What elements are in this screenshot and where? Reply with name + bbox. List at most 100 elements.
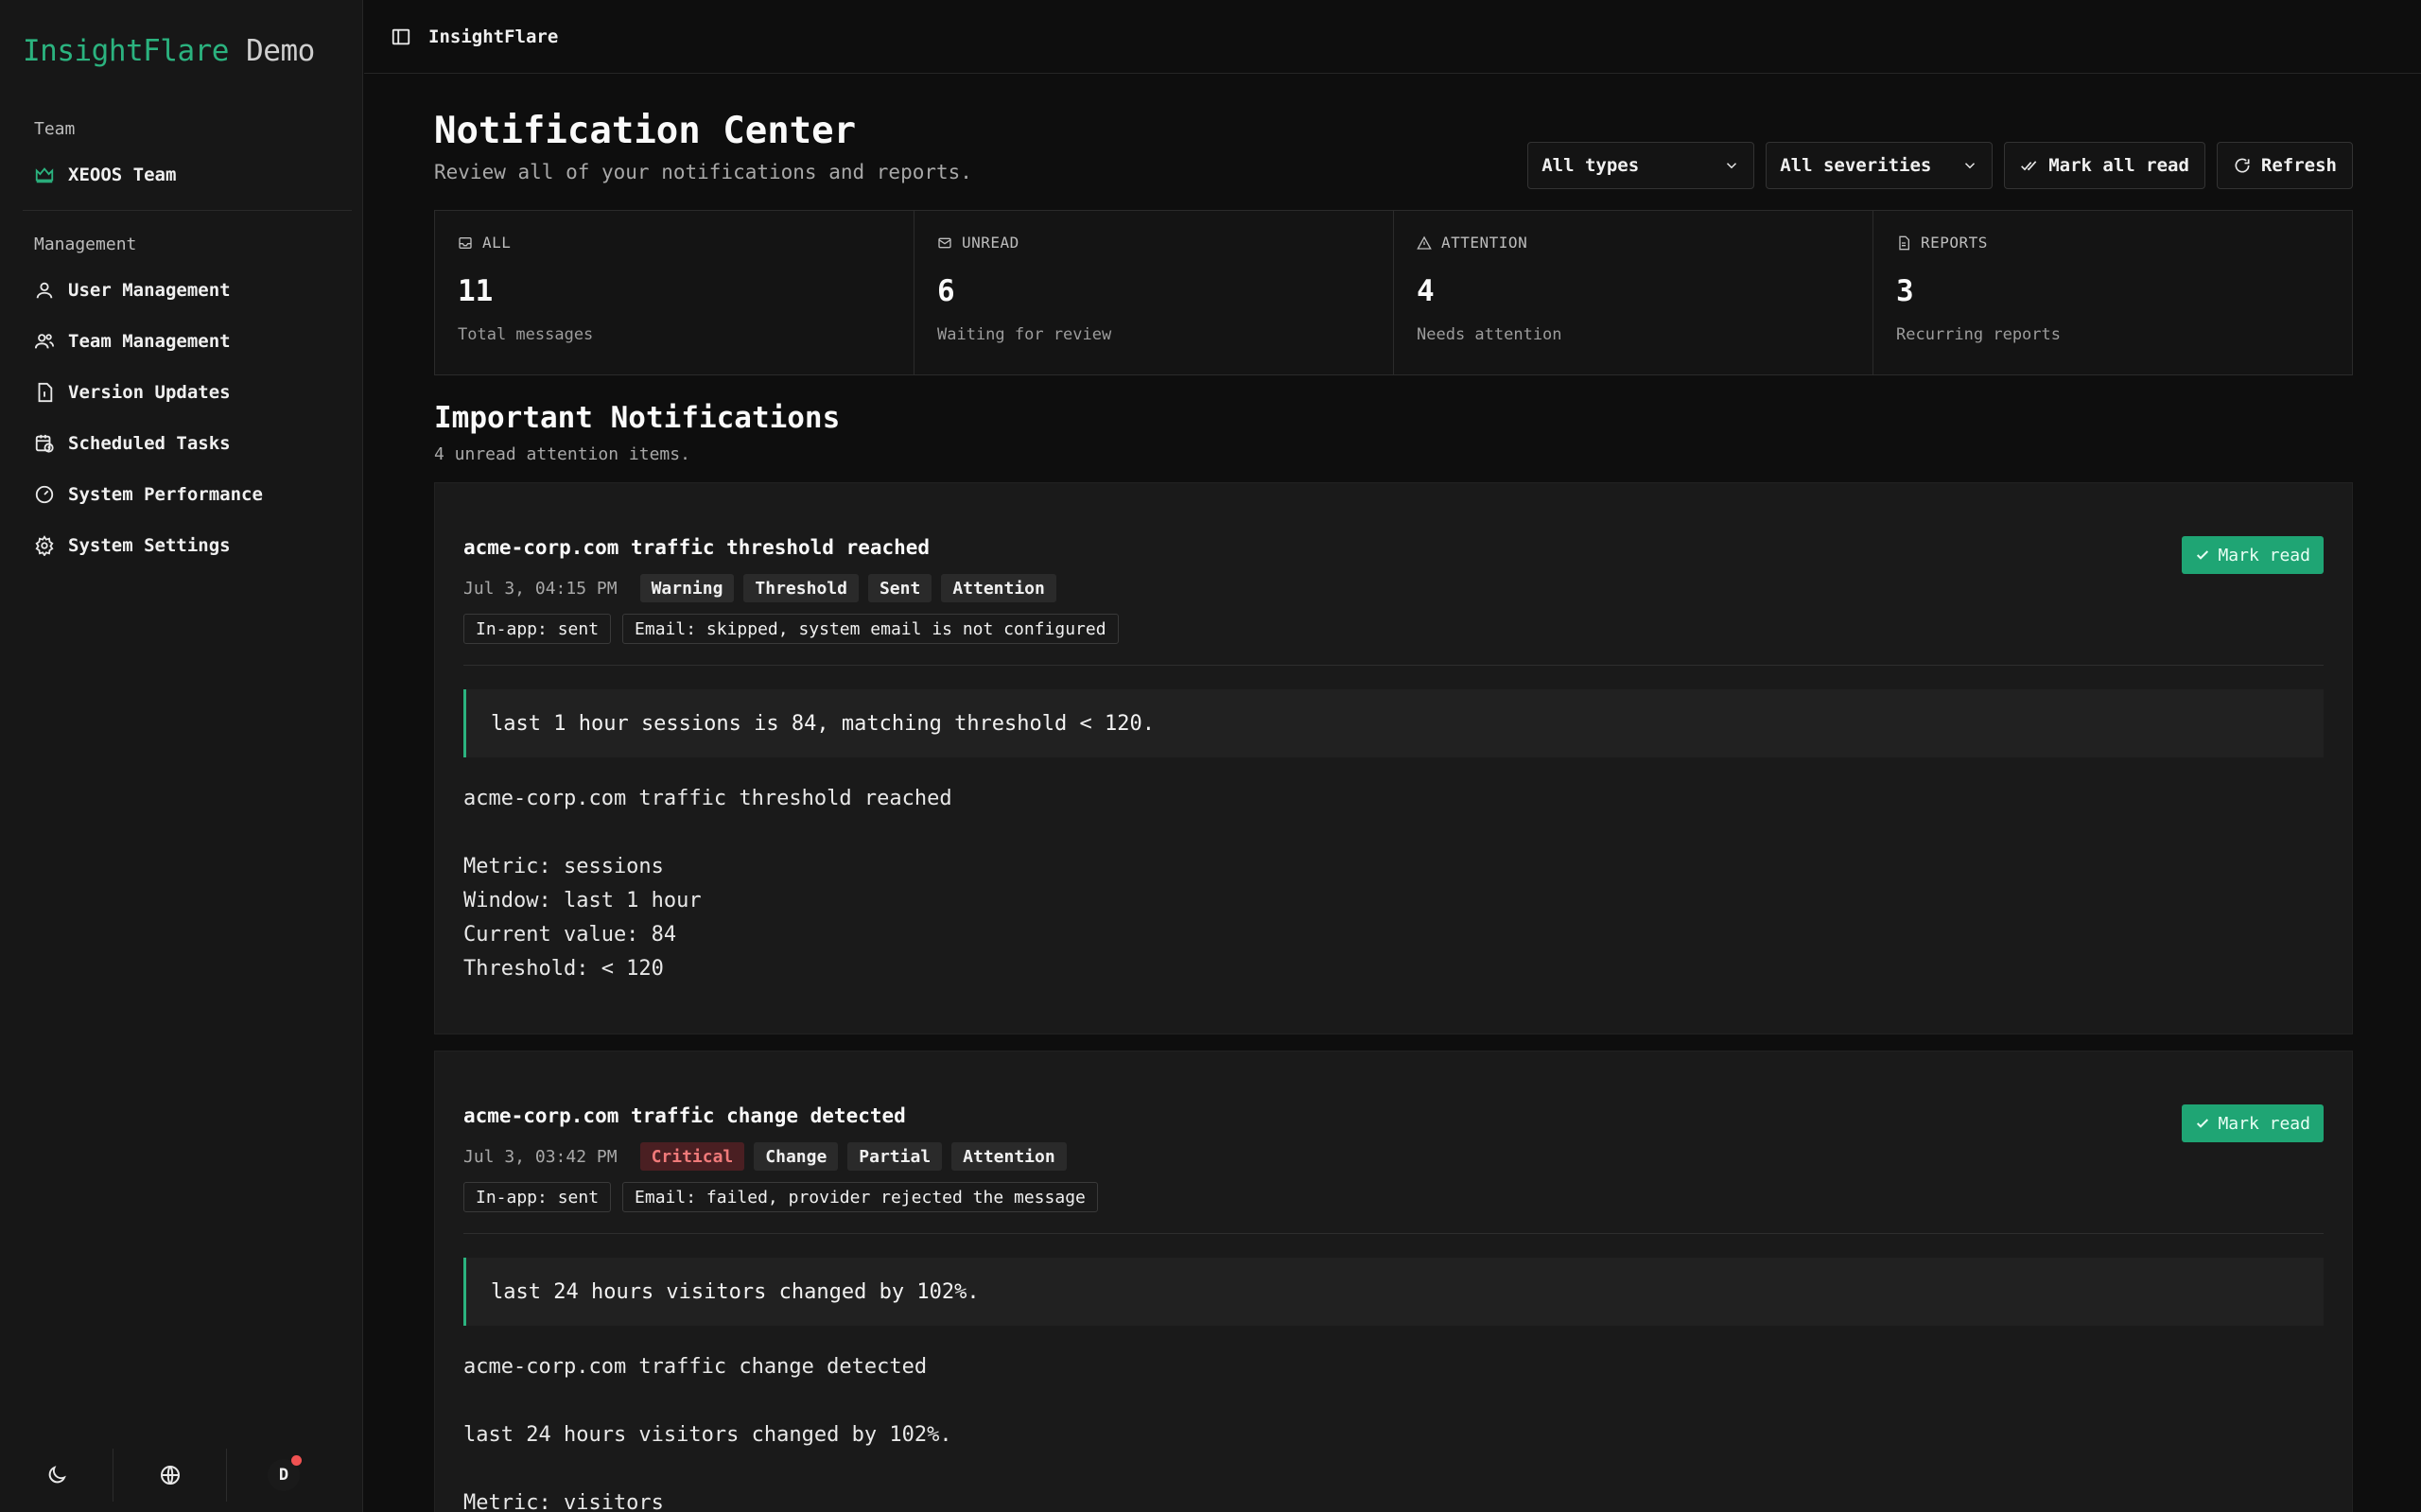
body-line: Threshold: < 120 xyxy=(463,957,664,981)
stat-attention[interactable]: ATTENTION 4 Needs attention xyxy=(1394,211,1873,374)
avatar-initial: D xyxy=(278,1466,289,1485)
status-badge: Sent xyxy=(867,574,932,602)
stat-description: Recurring reports xyxy=(1896,325,2061,344)
notification-meta: Jul 3, 04:15 PM Warning Threshold Sent A… xyxy=(463,574,1056,602)
stat-description: Waiting for review xyxy=(937,325,1112,344)
users-icon xyxy=(34,334,55,349)
stat-value: 6 xyxy=(937,274,955,308)
sidebar-item-scheduled-tasks[interactable]: Scheduled Tasks xyxy=(23,423,352,464)
team-name: XEOOS Team xyxy=(68,165,177,185)
user-icon xyxy=(36,282,53,299)
sidebar-item-user-management[interactable]: User Management xyxy=(23,269,352,311)
status-badge: Partial xyxy=(847,1142,943,1171)
management-section-label: Management xyxy=(34,235,137,254)
moon-icon xyxy=(48,1466,66,1484)
theme-toggle-button[interactable] xyxy=(0,1449,113,1502)
stat-label-row: ALL xyxy=(458,234,891,252)
sidebar-item-label: Scheduled Tasks xyxy=(68,433,231,454)
type-filter-select[interactable]: All types xyxy=(1527,142,1755,189)
mark-all-read-button[interactable]: Mark all read xyxy=(2004,142,2205,189)
stat-label: REPORTS xyxy=(1921,234,1988,252)
body-line: Window: last 1 hour xyxy=(463,889,702,912)
sidebar-item-label: System Performance xyxy=(68,484,263,505)
stat-label: UNREAD xyxy=(962,234,1019,252)
notification-title: acme-corp.com traffic threshold reached xyxy=(463,536,931,559)
user-menu-button[interactable]: D xyxy=(227,1449,340,1502)
severity-badge: Critical xyxy=(639,1142,745,1171)
mark-read-button[interactable]: Mark read xyxy=(2182,536,2324,574)
stat-all[interactable]: ALL 11 Total messages xyxy=(435,211,914,374)
important-section-title: Important Notifications xyxy=(434,401,841,435)
notification-card: acme-corp.com traffic threshold reached … xyxy=(434,482,2353,1034)
refresh-icon xyxy=(2235,158,2250,173)
stat-label-row: ATTENTION xyxy=(1417,234,1850,252)
notification-card: acme-corp.com traffic change detected Ju… xyxy=(434,1051,2353,1512)
check-check-icon xyxy=(2021,161,2037,171)
refresh-button[interactable]: Refresh xyxy=(2216,142,2353,189)
notification-time: Jul 3, 03:42 PM xyxy=(463,1146,618,1167)
body-line xyxy=(463,816,952,850)
mark-read-button[interactable]: Mark read xyxy=(2182,1104,2324,1142)
body-line xyxy=(463,1384,952,1418)
avatar: D xyxy=(268,1455,302,1491)
warning-icon xyxy=(1417,235,1432,250)
inbox-icon xyxy=(459,236,472,249)
sidebar-item-team-management[interactable]: Team Management xyxy=(23,321,352,362)
sidebar-toggle-icon[interactable] xyxy=(391,26,411,47)
sidebar-item-label: System Settings xyxy=(68,535,231,556)
notification-summary: last 24 hours visitors changed by 102%. xyxy=(463,1258,2324,1326)
chevron-down-icon xyxy=(1727,163,1737,169)
refresh-label: Refresh xyxy=(2260,155,2337,176)
calendar-clock-icon xyxy=(35,434,54,453)
stat-description: Needs attention xyxy=(1417,325,1562,344)
toolbar: All types All severities Mark all read R… xyxy=(1527,142,2353,189)
breadcrumb: InsightFlare xyxy=(428,26,559,47)
card-divider xyxy=(463,665,2324,666)
gauge-icon xyxy=(35,485,54,504)
page-subtitle: Review all of your notifications and rep… xyxy=(434,161,972,183)
check-icon xyxy=(2197,550,2209,560)
stat-label-row: UNREAD xyxy=(937,234,1370,252)
brand-logo[interactable]: InsightFlare Demo xyxy=(23,34,315,68)
brand-name: InsightFlare xyxy=(23,34,229,68)
sidebar-item-label: Version Updates xyxy=(68,382,231,403)
email-delivery-badge: Email: skipped, system email is not conf… xyxy=(622,614,1119,644)
body-line: last 24 hours visitors changed by 102%. xyxy=(463,1423,952,1447)
mark-read-label: Mark read xyxy=(2218,1113,2310,1134)
type-filter-value: All types xyxy=(1541,155,1640,176)
page-title: Notification Center xyxy=(434,110,857,152)
category-badge: Attention xyxy=(951,1142,1067,1171)
severity-filter-select[interactable]: All severities xyxy=(1766,142,1994,189)
team-switcher[interactable]: XEOOS Team xyxy=(23,154,352,196)
delivery-status: In-app: sent Email: skipped, system emai… xyxy=(463,614,1119,644)
stats-panel: ALL 11 Total messages UNREAD 6 Waiting f… xyxy=(434,210,2353,375)
check-icon xyxy=(2197,1119,2209,1128)
sidebar-item-system-settings[interactable]: System Settings xyxy=(23,525,352,566)
stat-reports[interactable]: REPORTS 3 Recurring reports xyxy=(1873,211,2352,374)
notification-time: Jul 3, 04:15 PM xyxy=(463,578,618,599)
stat-label: ATTENTION xyxy=(1441,234,1528,252)
body-line: acme-corp.com traffic threshold reached xyxy=(463,787,952,810)
brand-suffix: Demo xyxy=(246,34,315,68)
inapp-delivery-badge: In-app: sent xyxy=(463,1182,612,1212)
language-button[interactable] xyxy=(113,1449,227,1502)
sidebar-item-version-updates[interactable]: Version Updates xyxy=(23,372,352,413)
chevron-down-icon xyxy=(1965,163,1976,169)
sidebar-item-label: Team Management xyxy=(68,331,231,352)
email-delivery-badge: Email: failed, provider rejected the mes… xyxy=(622,1182,1098,1212)
stat-value: 3 xyxy=(1896,274,1914,308)
sidebar: InsightFlare Demo Team XEOOS Team Manage… xyxy=(0,0,363,1512)
sidebar-item-system-performance[interactable]: System Performance xyxy=(23,474,352,515)
mark-all-read-label: Mark all read xyxy=(2048,155,2189,176)
crown-icon xyxy=(35,167,54,183)
important-section-subtitle: 4 unread attention items. xyxy=(434,444,690,464)
stat-label-row: REPORTS xyxy=(1896,234,2329,252)
notification-body: acme-corp.com traffic threshold reached … xyxy=(463,782,952,986)
stat-unread[interactable]: UNREAD 6 Waiting for review xyxy=(914,211,1394,374)
type-badge: Threshold xyxy=(743,574,859,602)
sidebar-divider xyxy=(23,210,352,211)
severity-filter-value: All severities xyxy=(1780,155,1932,176)
category-badge: Attention xyxy=(941,574,1056,602)
severity-badge: Warning xyxy=(639,574,735,602)
stat-label: ALL xyxy=(482,234,512,252)
